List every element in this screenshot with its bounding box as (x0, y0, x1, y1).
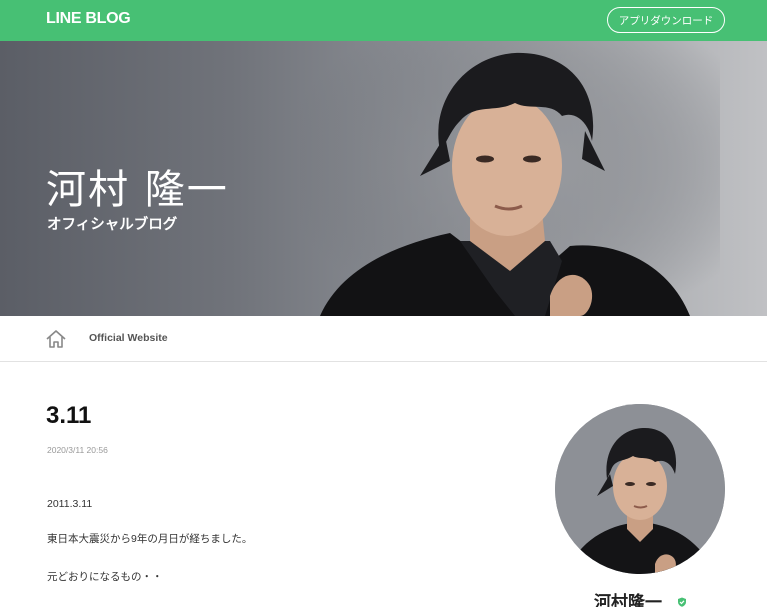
hero-subtitle: オフィシャルブログ (47, 217, 178, 233)
verified-shield-icon (678, 597, 686, 607)
post-line: 東日本大震災から9年の月日が経ちました。 (47, 533, 253, 545)
author-avatar-image (555, 404, 725, 574)
home-icon[interactable] (45, 328, 67, 350)
app-download-button[interactable]: アプリダウンロード (607, 7, 725, 33)
post-date: 2020/3/11 20:56 (47, 445, 108, 455)
hero-portrait-image (300, 41, 720, 316)
hero-banner: 河村 隆一 オフィシャルブログ (0, 41, 767, 316)
hero-title: 河村 隆一 (46, 167, 229, 213)
post-line: 2011.3.11 (47, 498, 93, 510)
official-website-link[interactable]: Official Website (89, 332, 168, 344)
author-avatar[interactable] (555, 404, 725, 574)
blog-nav-bar: Official Website (0, 316, 767, 362)
line-blog-logo[interactable]: LINE BLOG (46, 10, 131, 28)
post-line: 元どおりになるもの・・ (47, 571, 163, 583)
post-title[interactable]: 3.11 (46, 402, 91, 430)
author-name[interactable]: 河村隆一 (594, 588, 662, 607)
top-bar: LINE BLOG アプリダウンロード (0, 0, 767, 41)
